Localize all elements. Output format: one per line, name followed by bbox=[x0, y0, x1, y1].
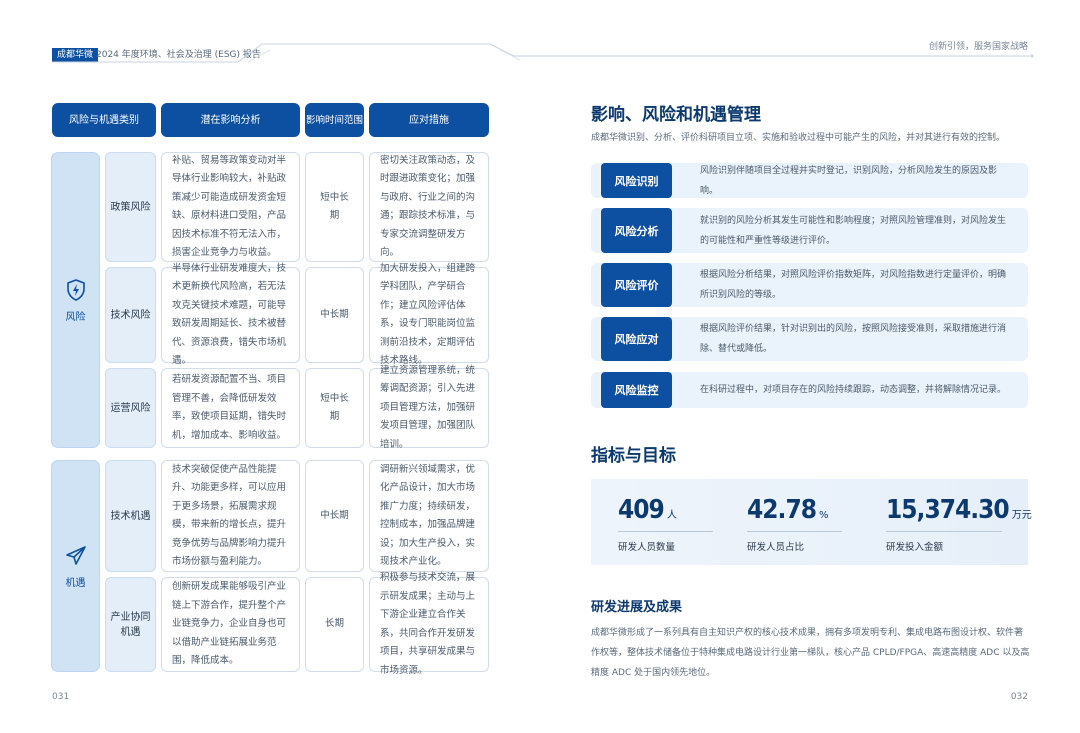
risk-step: 风险评价 根据风险分析结果，对照风险评价指数矩阵，对风险指数进行定量评价，明确所… bbox=[591, 263, 1028, 307]
header-category: 风险与机遇类别 bbox=[52, 103, 156, 137]
row-impact: 技术突破促使产品性能提升、功能更多样，可以应用于更多场景，拓展需求规模，带来新的… bbox=[161, 460, 300, 572]
row-impact: 补贴、贸易等政策变动对半导体行业影响较大，补贴政策减少可能造成研发资金短缺、原材… bbox=[161, 152, 300, 262]
kpi-divider bbox=[747, 531, 842, 532]
paper-plane-icon bbox=[65, 545, 86, 565]
section-title-progress: 研发进展及成果 bbox=[591, 600, 683, 615]
risk-intro: 成都华微识别、分析、评价科研项目立项、实施和验收过程中可能产生的风险，并对其进行… bbox=[591, 133, 1006, 143]
risk-step: 风险分析 就识别的风险分析其发生可能性和影响程度；对照风险管理准则，对风险发生的… bbox=[591, 208, 1028, 253]
header-impact: 潜在影响分析 bbox=[161, 103, 300, 137]
risk-step-label: 风险分析 bbox=[601, 208, 672, 253]
row-range: 短中长期 bbox=[305, 152, 364, 262]
kpi-label: 研发投入金额 bbox=[886, 542, 944, 553]
risk-step-text: 根据风险分析结果，对照风险评价指数矩阵，对风险指数进行定量评价，明确所识别风险的… bbox=[700, 270, 1007, 300]
category-opportunity: 机遇 bbox=[51, 460, 100, 672]
category-label: 风险 bbox=[65, 311, 86, 323]
risk-step-text: 风险识别伴随项目全过程并实时登记，识别风险，分析风险发生的原因及影响。 bbox=[700, 165, 998, 196]
row-impact: 若研发资源配置不当、项目管理不善，会降低研发效率，致使项目延期，错失时机，增加成… bbox=[161, 368, 300, 448]
shield-lightning-icon bbox=[66, 278, 85, 301]
kpi-unit: 万元 bbox=[1011, 510, 1032, 521]
page-number-right: 032 bbox=[1010, 692, 1028, 702]
row-range: 中长期 bbox=[305, 460, 364, 572]
row-measure: 加大研发投入，组建跨学科团队，产学研合作；建立风险评估体系，设专门职能岗位监测前… bbox=[369, 263, 489, 366]
row-measure: 调研新兴领域需求，优化产品设计，加大市场推广力度；持续研发，控制成本，加强品牌建… bbox=[369, 460, 489, 572]
page-number-left: 031 bbox=[52, 692, 70, 702]
row-type: 技术机遇 bbox=[105, 460, 156, 572]
row-range: 中长期 bbox=[305, 267, 364, 363]
section-title-risk: 影响、风险和机遇管理 bbox=[591, 105, 761, 125]
risk-step-text: 在科研过程中，对项目存在的风险持续跟踪，动态调整，并将解除情况记录。 bbox=[700, 385, 1007, 395]
row-type: 产业协同机遇 bbox=[105, 577, 156, 672]
risk-step-label: 风险应对 bbox=[601, 317, 672, 361]
kpi-value: 409 bbox=[618, 495, 665, 525]
row-type: 政策风险 bbox=[105, 152, 156, 262]
kpi-unit: % bbox=[819, 510, 829, 521]
header-range: 影响时间范围 bbox=[305, 103, 364, 137]
category-risk: 风险 bbox=[51, 152, 100, 448]
risk-step-text: 就识别的风险分析其发生可能性和影响程度；对照风险管理准则，对风险发生的可能性和严… bbox=[700, 215, 1007, 246]
risk-step: 风险识别 风险识别伴随项目全过程并实时登记，识别风险，分析风险发生的原因及影响。 bbox=[591, 163, 1028, 198]
row-range: 短中长期 bbox=[305, 368, 364, 448]
row-measure: 建立资源管理系统，统筹调配资源；引入先进项目管理方法，加强研发项目管理，加强团队… bbox=[369, 365, 489, 450]
kpi-rd-investment: 15,374.30 万元 bbox=[886, 495, 1032, 525]
kpi-value: 15,374.30 bbox=[886, 495, 1010, 525]
kpi-unit: 人 bbox=[666, 510, 677, 521]
header-decoration bbox=[52, 43, 1034, 63]
risk-step-label: 风险识别 bbox=[601, 163, 672, 198]
row-range: 长期 bbox=[305, 577, 364, 672]
section-title-kpi: 指标与目标 bbox=[591, 446, 676, 466]
risk-step: 风险应对 根据风险评价结果，针对识别出的风险，按照风险接受准则，采取措施进行消除… bbox=[591, 317, 1028, 361]
risk-step-label: 风险监控 bbox=[601, 372, 672, 408]
kpi-label: 研发人员数量 bbox=[618, 542, 676, 553]
row-type: 运营风险 bbox=[105, 368, 156, 448]
kpi-divider bbox=[618, 531, 713, 532]
row-impact: 半导体行业研发难度大，技术更新换代风险高，若无法攻克关键技术难题，可能导致研发周… bbox=[161, 263, 300, 366]
risk-step-text: 根据风险评价结果，针对识别出的风险，按照风险接受准则，采取措施进行消除、替代或降… bbox=[700, 324, 1007, 354]
kpi-rd-staff: 409 人 bbox=[618, 495, 677, 525]
row-impact: 创新研发成果能够吸引产业链上下游合作，提升整个产业链竞争力，企业自身也可以借助产… bbox=[161, 577, 300, 672]
row-measure: 密切关注政策动态，及时跟进政策变化；加强与政府、行业之间的沟通；跟踪技术标准，与… bbox=[369, 152, 489, 262]
header-measures: 应对措施 bbox=[369, 103, 489, 137]
row-measure: 积极参与技术交流，展示研发成果；主动与上下游企业建立合作关系，共同合作开发研发项… bbox=[369, 572, 489, 676]
kpi-rd-ratio: 42.78% bbox=[747, 495, 829, 525]
row-type: 技术风险 bbox=[105, 267, 156, 363]
kpi-value: 42.78 bbox=[747, 495, 817, 525]
risk-step-label: 风险评价 bbox=[601, 263, 672, 307]
risk-step: 风险监控 在科研过程中，对项目存在的风险持续跟踪，动态调整，并将解除情况记录。 bbox=[591, 372, 1028, 408]
progress-text: 成都华微形成了一系列具有自主知识产权的核心技术成果，拥有多项发明专利、集成电路布… bbox=[591, 628, 1030, 678]
kpi-label: 研发人员占比 bbox=[747, 542, 805, 553]
kpi-divider bbox=[886, 531, 1002, 532]
category-label: 机遇 bbox=[65, 577, 86, 589]
